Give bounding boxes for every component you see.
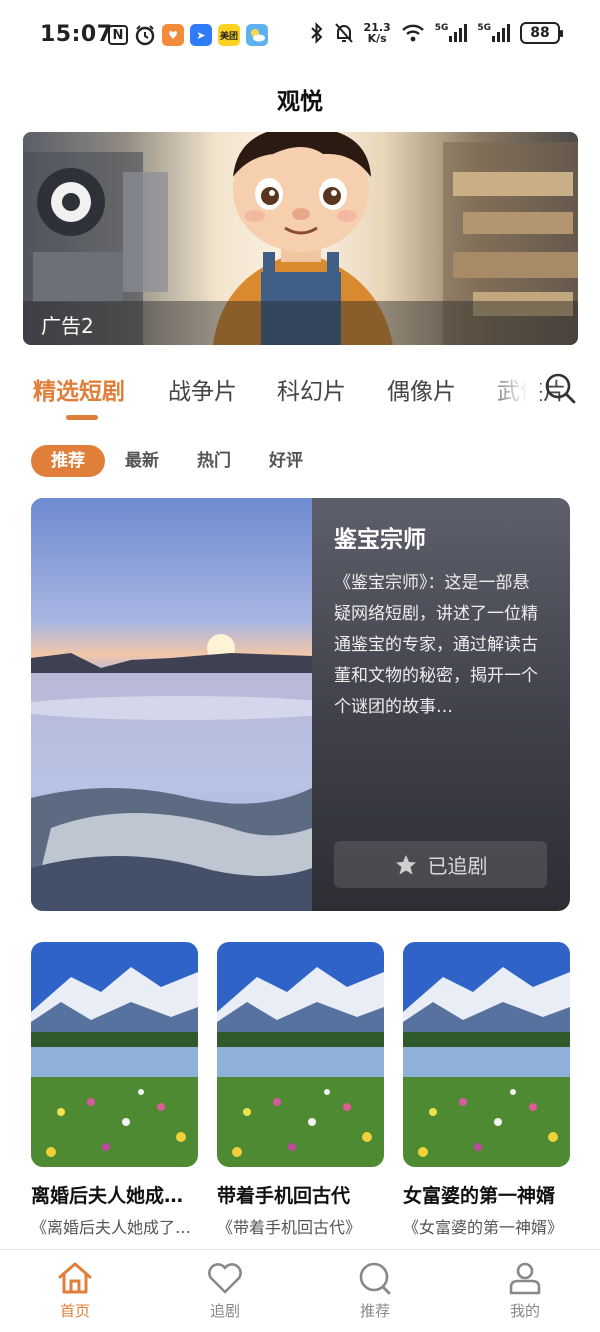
banner-caption-bar: 广告2 — [23, 301, 578, 345]
page-title: 观悦 — [277, 89, 323, 115]
nav-home-label: 首页 — [59, 1302, 90, 1320]
drama-title: 带着手机回古代 — [217, 1185, 351, 1207]
nav-home[interactable]: 首页 — [25, 1260, 125, 1321]
banner-caption: 广告2 — [41, 314, 94, 338]
bottom-nav: 首页 追剧 推荐 我的 — [0, 1249, 600, 1332]
net-speed: 21.3 K/s — [364, 22, 391, 44]
tab-fade — [480, 360, 540, 420]
chip-popular[interactable]: 热门 — [197, 445, 231, 477]
follow-button[interactable]: 已追剧 — [334, 841, 547, 888]
category-tabs: 精选短剧 战争片 科幻片 偶像片 武侠片 — [0, 360, 600, 420]
battery-indicator: 88 — [520, 22, 563, 44]
drama-poster — [403, 942, 570, 1167]
network-type-2: 5G — [477, 23, 491, 33]
active-tab-indicator — [66, 415, 98, 420]
heart-icon — [208, 1263, 242, 1294]
bluetooth-icon — [310, 22, 322, 44]
user-icon — [509, 1262, 541, 1295]
network-type-1: 5G — [434, 23, 449, 33]
tab-featured-shorts[interactable]: 精选短剧 — [33, 372, 125, 406]
follow-label: 已追剧 — [427, 854, 488, 878]
ad-banner[interactable]: 广告2 — [23, 132, 578, 345]
sort-chips: 推荐 最新 热门 好评 — [31, 445, 341, 477]
wifi-icon — [401, 24, 424, 42]
status-time: 15:07 — [40, 22, 113, 47]
nav-profile[interactable]: 我的 — [475, 1260, 575, 1321]
drama-subtitle: 《离婚后夫人她成了大佬》 — [31, 1218, 198, 1237]
nav-following[interactable]: 追剧 — [175, 1260, 275, 1321]
nav-recommend-label: 推荐 — [359, 1302, 390, 1320]
mute-icon — [334, 23, 353, 43]
featured-poster — [31, 498, 312, 911]
signal-bars-1-icon — [449, 24, 468, 42]
status-bar: 15:07 N ♥ ➤ 美团 21.3 K/s 5G 5G 88 — [0, 0, 600, 72]
drama-title: 女富婆的第一神婿 — [403, 1185, 556, 1207]
featured-title: 鉴宝宗师 — [334, 527, 426, 553]
alarm-icon — [134, 24, 156, 46]
tab-war[interactable]: 战争片 — [168, 372, 237, 406]
drama-poster — [217, 942, 384, 1167]
tab-scifi[interactable]: 科幻片 — [277, 372, 346, 406]
nav-following-label: 追剧 — [209, 1302, 240, 1320]
star-icon — [395, 854, 416, 874]
system-icons: 21.3 K/s 5G 5G 88 — [310, 22, 563, 44]
drama-grid: 离婚后夫人她成了大佬 《离婚后夫人她成了大佬》 带着手机回古代 《带着手机回古代… — [31, 942, 571, 1242]
drama-title: 离婚后夫人她成了大佬 — [31, 1185, 198, 1207]
nav-profile-label: 我的 — [509, 1302, 540, 1320]
search-icon[interactable] — [542, 370, 578, 406]
drama-subtitle: 《女富婆的第一神婿》 — [403, 1218, 564, 1237]
drama-card[interactable]: 离婚后夫人她成了大佬 《离婚后夫人她成了大佬》 — [31, 942, 198, 1238]
drama-poster — [31, 942, 198, 1167]
drama-subtitle: 《带着手机回古代》 — [217, 1218, 362, 1237]
app-heart-icon: ♥ — [162, 24, 184, 46]
signal-1: 5G — [435, 24, 468, 42]
home-icon — [58, 1262, 92, 1294]
chip-recommended[interactable]: 推荐 — [31, 445, 105, 477]
weather-icon — [246, 24, 268, 46]
meituan-icon: 美团 — [218, 24, 240, 46]
signal-bars-2-icon — [492, 24, 510, 42]
tab-idol[interactable]: 偶像片 — [387, 372, 456, 406]
search-icon — [359, 1262, 391, 1295]
nfc-icon: N — [108, 25, 128, 45]
app-arrow-icon: ➤ — [190, 24, 212, 46]
signal-2: 5G — [477, 24, 510, 42]
featured-drama-card[interactable]: 鉴宝宗师 《鉴宝宗师》：这是一部悬疑网络短剧，讲述了一位精通鉴宝的专家，通过解读… — [31, 498, 570, 911]
chip-latest[interactable]: 最新 — [125, 445, 159, 477]
chip-top-rated[interactable]: 好评 — [269, 445, 303, 477]
nav-recommend[interactable]: 推荐 — [325, 1260, 425, 1321]
notification-icons: N ♥ ➤ 美团 — [108, 24, 268, 46]
net-speed-unit: K/s — [367, 32, 387, 45]
drama-card[interactable]: 带着手机回古代 《带着手机回古代》 — [217, 942, 384, 1238]
drama-card[interactable]: 女富婆的第一神婿 《女富婆的第一神婿》 — [403, 942, 570, 1238]
featured-description: 《鉴宝宗师》：这是一部悬疑网络短剧，讲述了一位精通鉴宝的专家，通过解读古董和文物… — [334, 573, 538, 717]
